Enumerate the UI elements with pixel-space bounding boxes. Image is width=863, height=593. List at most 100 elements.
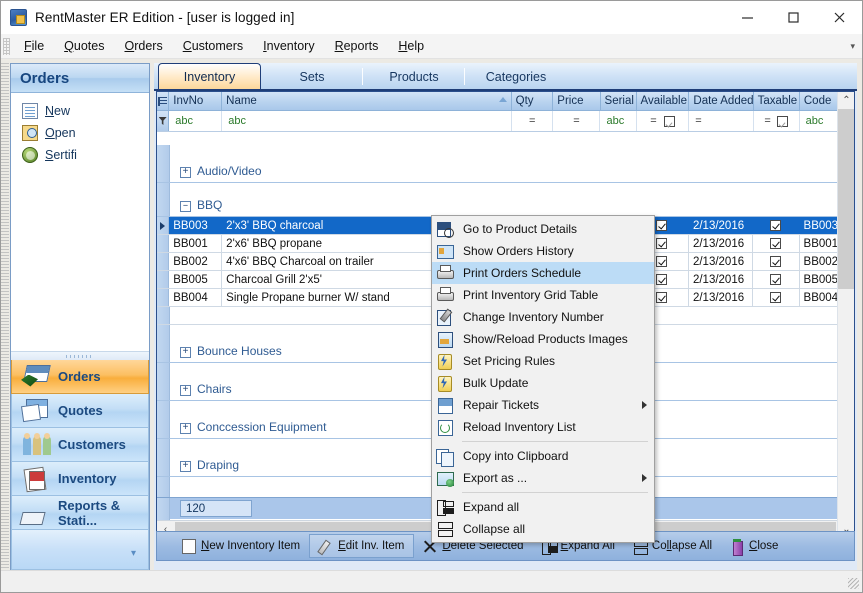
menu-item-show-reload-products-images[interactable]: Show/Reload Products Images	[432, 328, 654, 350]
menu-grip-icon[interactable]	[3, 38, 10, 55]
new-inventory-item-label: New Inventory Item	[201, 540, 300, 552]
nav-link-new[interactable]: New	[11, 100, 149, 122]
maximize-button[interactable]	[770, 1, 816, 34]
vscroll-thumb[interactable]	[838, 109, 854, 289]
sidebar-item-quotes[interactable]: Quotes	[11, 394, 149, 428]
sidebar-item-orders[interactable]: Orders	[11, 360, 149, 394]
grid-header-name[interactable]: Name	[222, 92, 512, 110]
menu-item-reload-inventory-list[interactable]: Reload Inventory List	[432, 416, 654, 438]
image-icon	[436, 331, 454, 348]
grid-header-name-label: Name	[226, 95, 257, 107]
expand-toggle-icon[interactable]: +	[180, 347, 191, 358]
menu-overflow-caret-icon[interactable]: ▾	[850, 41, 855, 52]
sidebar-item-customers[interactable]: Customers	[11, 428, 149, 462]
cell-invno: BB003	[169, 217, 222, 234]
filter-taxable[interactable]: =	[754, 111, 800, 131]
filter-available[interactable]: =	[637, 111, 690, 131]
vertical-scrollbar[interactable]: ⌃ ⌄	[837, 92, 854, 538]
menu-file[interactable]: File	[14, 36, 54, 56]
orders-icon	[21, 364, 51, 390]
nav-link-open[interactable]: Open	[11, 122, 149, 144]
tab-products-label: Products	[389, 70, 438, 84]
grid-header-qty[interactable]: Qty	[512, 92, 554, 110]
grid-header-invno[interactable]: InvNo	[169, 92, 222, 110]
grid-header-taxable[interactable]: Taxable	[754, 92, 800, 110]
menu-item-export-as[interactable]: Export as ...	[432, 467, 654, 489]
group-row-audio-video[interactable]: + Audio/Video	[157, 145, 854, 183]
grid-header-date-added[interactable]: Date Added	[689, 92, 753, 110]
grid-header-serial[interactable]: Serial	[601, 92, 637, 110]
menu-inventory[interactable]: Inventory	[253, 36, 324, 56]
nav-splitter[interactable]	[11, 351, 149, 360]
group-row-bounce-houses-label: Bounce Houses	[197, 344, 282, 358]
grid-column-chooser-icon[interactable]	[157, 92, 169, 110]
resize-grip-icon[interactable]	[848, 578, 859, 589]
expand-toggle-icon[interactable]: +	[180, 423, 191, 434]
filter-funnel-icon[interactable]	[157, 111, 169, 131]
close-button-action[interactable]: Close	[721, 534, 787, 558]
menu-item-print-orders-schedule[interactable]: Print Orders Schedule	[432, 262, 654, 284]
nav-link-sertifi[interactable]: Sertifi	[11, 144, 149, 166]
nav-splitter-handle[interactable]	[1, 63, 9, 571]
cell-taxable[interactable]	[753, 217, 799, 234]
menu-reports[interactable]: Reports	[325, 36, 389, 56]
menu-quotes[interactable]: Quotes	[54, 36, 114, 56]
menu-item-repair-tickets[interactable]: Repair Tickets	[432, 394, 654, 416]
nav-pane-footer[interactable]: ▾	[11, 530, 149, 570]
scroll-up-icon[interactable]: ⌃	[838, 92, 855, 109]
tab-strip: Inventory Sets Products Categories	[154, 63, 857, 91]
expand-toggle-icon[interactable]: +	[180, 385, 191, 396]
group-row-conccession-equipment-label: Conccession Equipment	[197, 420, 326, 434]
close-action-label: Close	[749, 540, 778, 552]
filter-taxable-checkbox[interactable]	[777, 116, 788, 127]
menu-item-show-orders-history[interactable]: Show Orders History	[432, 240, 654, 262]
menu-item-go-to-product-details[interactable]: Go to Product Details	[432, 218, 654, 240]
submenu-arrow-icon	[642, 401, 647, 409]
menu-item-print-inventory-grid-table[interactable]: Print Inventory Grid Table	[432, 284, 654, 306]
tab-products[interactable]: Products	[363, 64, 465, 89]
menu-item-expand-all[interactable]: Expand all	[432, 496, 654, 518]
cell-taxable[interactable]	[753, 253, 799, 270]
grid-header-code[interactable]: Code	[800, 92, 841, 110]
tab-sets[interactable]: Sets	[261, 64, 363, 89]
rentmaster-icon	[10, 9, 27, 26]
menu-item-change-inventory-number[interactable]: Change Inventory Number	[432, 306, 654, 328]
collapse-toggle-icon[interactable]: –	[180, 201, 191, 212]
group-row-bbq[interactable]: – BBQ	[157, 183, 854, 217]
filter-invno[interactable]: abc	[169, 111, 222, 131]
menu-customers[interactable]: Customers	[173, 36, 253, 56]
filter-price[interactable]: =	[553, 111, 600, 131]
filter-code[interactable]: abc	[800, 111, 841, 131]
filter-date-added[interactable]: =	[689, 111, 753, 131]
tab-inventory[interactable]: Inventory	[158, 63, 261, 89]
menu-item-copy-into-clipboard[interactable]: Copy into Clipboard	[432, 445, 654, 467]
filter-qty[interactable]: =	[512, 111, 553, 131]
filter-serial[interactable]: abc	[600, 111, 636, 131]
filter-name[interactable]: abc	[222, 111, 512, 131]
tab-categories[interactable]: Categories	[465, 64, 567, 89]
sidebar-item-reports[interactable]: Reports & Stati...	[11, 496, 149, 530]
new-inventory-item-button[interactable]: New Inventory Item	[173, 534, 309, 558]
expand-toggle-icon[interactable]: +	[180, 167, 191, 178]
menu-orders[interactable]: Orders	[114, 36, 172, 56]
menu-item-set-pricing-rules[interactable]: Set Pricing Rules	[432, 350, 654, 372]
menu-item-bulk-update[interactable]: Bulk Update	[432, 372, 654, 394]
cell-taxable[interactable]	[753, 289, 799, 306]
cell-taxable[interactable]	[753, 271, 799, 288]
grid-header-available[interactable]: Available	[637, 92, 690, 110]
edit-inv-item-button[interactable]: Edit Inv. Item	[309, 534, 414, 558]
context-menu: Go to Product Details Show Orders Histor…	[431, 215, 655, 543]
chevron-down-icon[interactable]: ▾	[131, 548, 136, 559]
minimize-button[interactable]	[724, 1, 770, 34]
filter-available-checkbox[interactable]	[664, 116, 675, 127]
close-button[interactable]	[816, 1, 862, 34]
product-details-icon	[436, 221, 454, 238]
expand-toggle-icon[interactable]: +	[180, 461, 191, 472]
menu-help[interactable]: Help	[388, 36, 434, 56]
menu-file-label: ile	[32, 39, 45, 53]
sidebar-item-inventory[interactable]: Inventory	[11, 462, 149, 496]
menu-item-collapse-all[interactable]: Collapse all	[432, 518, 654, 540]
group-row-draping-label: Draping	[197, 458, 239, 472]
cell-taxable[interactable]	[753, 235, 799, 252]
grid-header-price[interactable]: Price	[553, 92, 600, 110]
